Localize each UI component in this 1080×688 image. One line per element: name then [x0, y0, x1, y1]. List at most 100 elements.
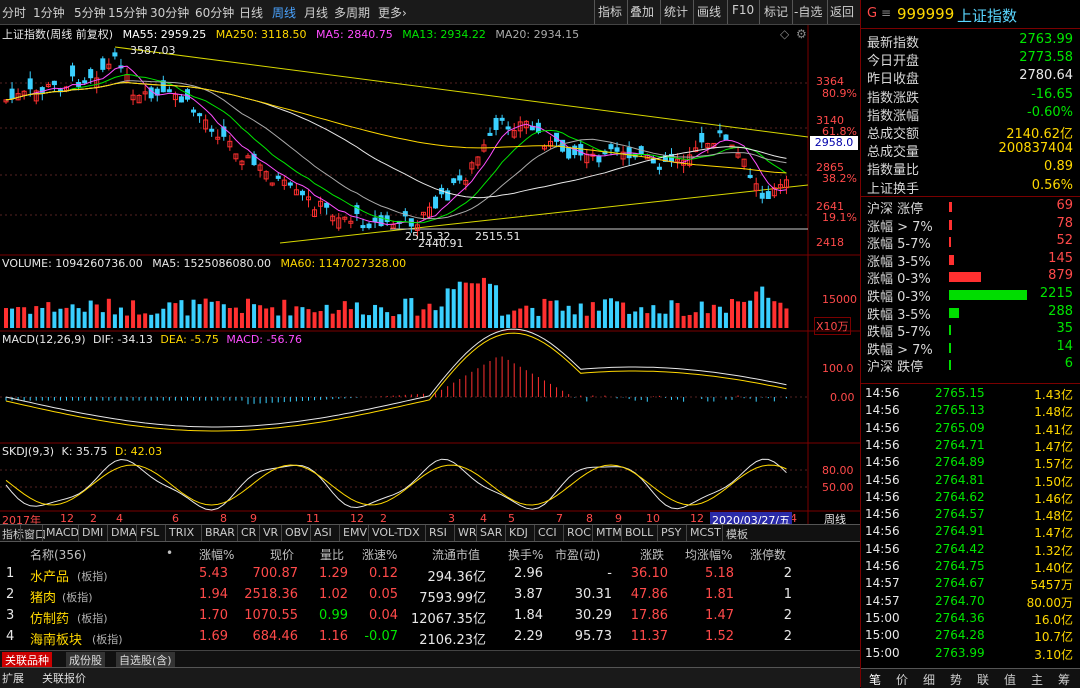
indicator-tab[interactable]: MACD — [46, 526, 79, 539]
indicator-tab[interactable]: CR — [241, 526, 256, 539]
expand-button[interactable]: 扩展 — [2, 670, 24, 686]
row-speed: 0.04 — [369, 608, 398, 623]
back-button[interactable]: 返回 — [830, 3, 854, 20]
col-speed[interactable]: 涨速% — [362, 546, 397, 563]
tick-price: 2764.75 — [935, 559, 985, 573]
quote-tab[interactable]: 笔 — [869, 671, 881, 688]
volume-tick: 15000 — [822, 293, 857, 306]
indicator-button[interactable]: 指标 — [598, 3, 622, 20]
row-index: 3 — [6, 608, 15, 623]
indicator-tab[interactable]: MTM — [596, 526, 622, 539]
period-tab-weekly[interactable]: 周线 — [272, 4, 296, 21]
tick-row: 14:56 2765.15 1.43亿 — [863, 386, 1077, 403]
quote-tab[interactable]: 势 — [950, 671, 962, 688]
indicator-tab[interactable]: BRAR — [205, 526, 235, 539]
quote-tab[interactable]: 值 — [1004, 671, 1016, 688]
breadth-row: 跌幅 > 7% 14 — [865, 339, 1077, 358]
tab-watchlist[interactable]: 自选股(含) — [116, 652, 175, 668]
draw-button[interactable]: 画线 — [697, 3, 721, 20]
quote-tab[interactable]: 联 — [977, 671, 989, 688]
tab-constituents[interactable]: 成份股 — [66, 652, 105, 668]
col-name[interactable]: 名称(356) — [30, 546, 86, 563]
f10-button[interactable]: F10 — [732, 3, 754, 17]
period-tab-5min[interactable]: 5分钟 — [74, 4, 106, 21]
menu-icon[interactable]: ≡ — [881, 6, 891, 20]
period-toolbar: 分时 1分钟 5分钟 15分钟 30分钟 60分钟 日线 周线 月线 多周期 更… — [0, 0, 860, 25]
period-tab-more[interactable]: 更多› — [378, 4, 407, 21]
indicator-tab[interactable]: ASI — [314, 526, 332, 539]
tick-price: 2764.70 — [935, 593, 985, 608]
quote-tab[interactable]: 筹 — [1058, 671, 1070, 688]
period-tab-daily[interactable]: 日线 — [239, 4, 263, 21]
tick-row: 15:00 2764.28 10.7亿 — [863, 628, 1077, 645]
indicator-tab[interactable]: TRIX — [169, 526, 194, 539]
row-limit: 2 — [783, 608, 792, 623]
indicator-tab[interactable]: KDJ — [509, 526, 528, 539]
indicator-tab[interactable]: 模板 — [726, 526, 748, 542]
table-row[interactable]: 1 水产品 (板指) 5.43 700.87 1.29 0.12 294.36亿 2.96 - 36… — [0, 566, 860, 586]
quote-tab[interactable]: 细 — [923, 671, 935, 688]
tab-divider — [339, 525, 340, 541]
col-volratio[interactable]: 量比 — [320, 546, 344, 563]
add-watchlist-button[interactable]: -自选 — [794, 3, 822, 20]
macd-dif: DIF: -34.13 — [93, 333, 153, 346]
macd-tick-0: 0.00 — [830, 391, 855, 404]
tick-row: 14:56 2764.91 1.47亿 — [863, 524, 1077, 541]
indicator-tab[interactable]: EMV — [343, 526, 367, 539]
related-quote-button[interactable]: 关联报价 — [42, 670, 86, 686]
breadth-label: 沪深 涨停 — [867, 202, 924, 217]
indicator-tab[interactable]: OBV — [285, 526, 308, 539]
tab-divider — [20, 525, 21, 541]
col-diff[interactable]: 涨跌 — [640, 546, 664, 563]
period-tab-60min[interactable]: 60分钟 — [195, 4, 234, 21]
table-row[interactable]: 3 仿制药 (板指) 1.70 1070.55 0.99 0.04 12067.35亿 1.84… — [0, 608, 860, 628]
quote-value: -16.65 — [1031, 86, 1073, 102]
indicator-tab[interactable]: PSY — [661, 526, 681, 539]
kline-chart-area[interactable]: 上证指数(周线 前复权) MA55: 2959.25 MA250: 3118.5… — [0, 25, 860, 527]
indicator-tab[interactable]: VOL-TDX — [372, 526, 420, 539]
overlay-button[interactable]: 叠加 — [630, 3, 654, 20]
quote-row: 昨日收盘 2780.64 — [865, 68, 1077, 87]
tab-related[interactable]: 关联品种 — [2, 652, 52, 668]
indicator-tab[interactable]: BOLL — [625, 526, 653, 539]
period-tab-15min[interactable]: 15分钟 — [108, 4, 147, 21]
indicator-tab[interactable]: CCI — [538, 526, 557, 539]
indicator-tab[interactable]: DMA — [111, 526, 137, 539]
col-avg[interactable]: 均涨幅% — [685, 546, 732, 563]
stats-button[interactable]: 统计 — [664, 3, 688, 20]
period-tab-monthly[interactable]: 月线 — [304, 4, 328, 21]
indicator-tab[interactable]: WR — [458, 526, 477, 539]
indicator-tab[interactable]: RSI — [429, 526, 447, 539]
breadth-bar — [949, 307, 960, 318]
mark-button[interactable]: 标记 — [764, 3, 788, 20]
quote-tab[interactable]: 价 — [896, 671, 908, 688]
col-pe[interactable]: 市盈(动) — [555, 546, 600, 563]
indicator-tab[interactable]: SAR — [480, 526, 502, 539]
col-turnover[interactable]: 换手% — [508, 546, 543, 563]
table-row[interactable]: 4 海南板块 (板指) 1.69 684.46 1.16 -0.07 2106.23亿 2.29… — [0, 629, 860, 649]
tab-divider — [78, 525, 79, 541]
period-tab-multi[interactable]: 多周期 — [334, 4, 370, 21]
ma55-label: MA55: 2959.25 — [122, 28, 207, 41]
row-cap: 294.36亿 — [427, 570, 487, 585]
tick-time: 14:56 — [865, 524, 900, 539]
quote-tab[interactable]: 主 — [1031, 671, 1043, 688]
indicator-tab[interactable]: FSL — [140, 526, 159, 539]
breadth-label: 沪深 跌停 — [867, 360, 924, 376]
table-row[interactable]: 2 猪肉 (板指) 1.94 2518.36 1.02 0.05 7593.99亿 3.87 30… — [0, 587, 860, 607]
col-cap[interactable]: 流通市值 — [432, 546, 480, 563]
period-tab-fenshi[interactable]: 分时 — [2, 4, 26, 21]
quote-name: 上证指数 — [957, 7, 1018, 25]
diamond-icon[interactable]: ◇ — [780, 27, 789, 41]
indicator-tab[interactable]: ROC — [567, 526, 591, 539]
indicator-tab[interactable]: DMI — [82, 526, 103, 539]
col-limit[interactable]: 涨停数 — [750, 546, 786, 563]
indicator-tab[interactable]: VR — [263, 526, 278, 539]
period-tab-30min[interactable]: 30分钟 — [150, 4, 189, 21]
indicator-tab[interactable]: MCST — [690, 526, 721, 539]
col-price[interactable]: 现价 — [270, 546, 294, 563]
breadth-bar — [949, 342, 951, 353]
settings-icon[interactable]: ⚙ — [796, 27, 807, 41]
col-chg[interactable]: 涨幅% — [199, 546, 234, 563]
period-tab-1min[interactable]: 1分钟 — [33, 4, 65, 21]
